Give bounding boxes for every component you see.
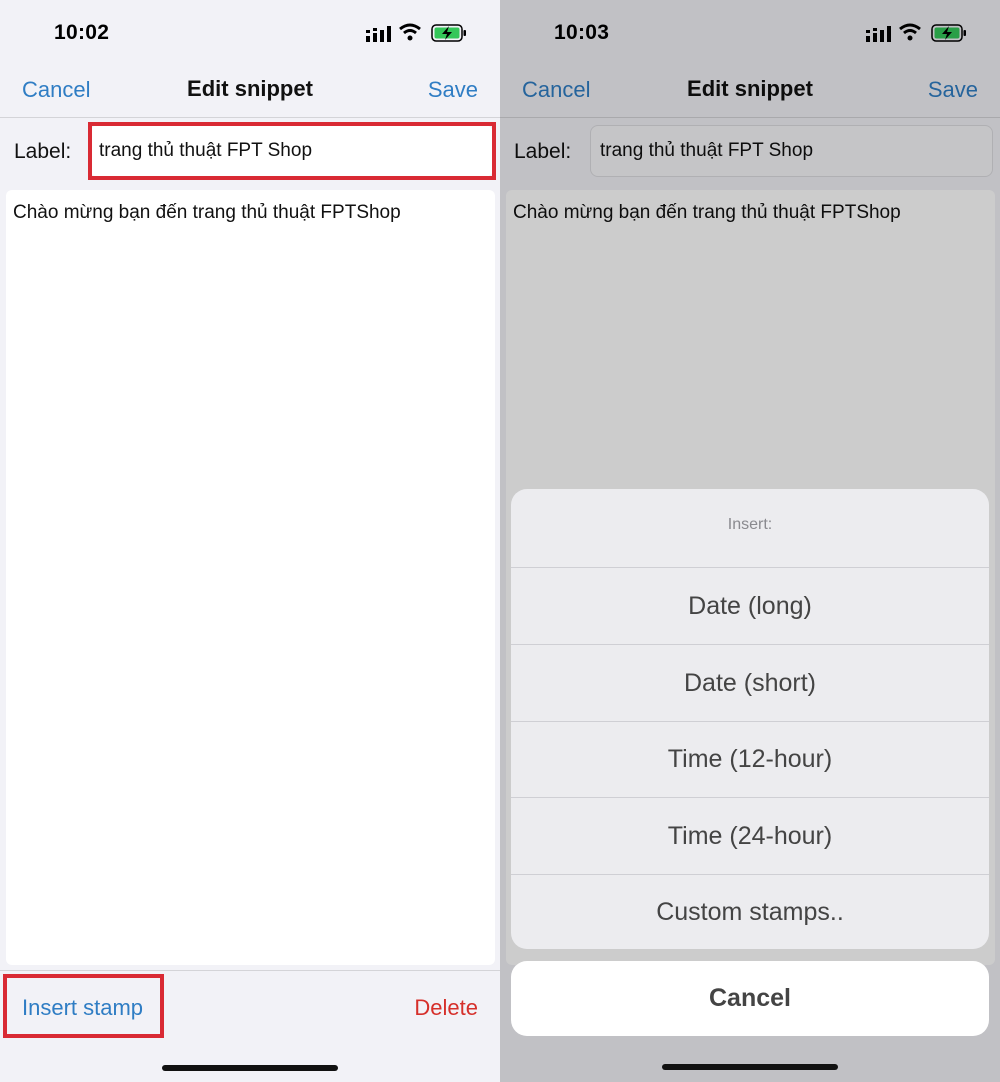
snippet-text-area[interactable]: Chào mừng bạn đến trang thủ thuật FPTSho… bbox=[6, 190, 495, 965]
insert-action-sheet: Insert: Date (long) Date (short) Time (1… bbox=[511, 489, 989, 949]
cancel-button[interactable]: Cancel bbox=[22, 77, 90, 103]
bottom-toolbar: Insert stamp Delete bbox=[0, 970, 500, 1082]
delete-button[interactable]: Delete bbox=[414, 995, 478, 1021]
label-input[interactable] bbox=[90, 125, 493, 177]
battery-charging-icon bbox=[431, 24, 466, 42]
action-sheet-cancel-button[interactable]: Cancel bbox=[511, 961, 989, 1036]
label-row: Label: bbox=[500, 118, 1000, 186]
signal-icon bbox=[866, 26, 891, 42]
label-row: Label: bbox=[0, 118, 500, 186]
navigation-bar: Cancel Edit snippet Save bbox=[500, 66, 1000, 118]
option-date-short[interactable]: Date (short) bbox=[511, 645, 989, 722]
screen-edit-snippet: 10:02 Cancel Edit snippet Save Label: Ch… bbox=[0, 0, 500, 1082]
status-time: 10:03 bbox=[554, 21, 610, 44]
save-button[interactable]: Save bbox=[928, 77, 978, 103]
navigation-bar: Cancel Edit snippet Save bbox=[0, 66, 500, 118]
label-caption: Label: bbox=[14, 140, 72, 163]
insert-stamp-button[interactable]: Insert stamp bbox=[22, 995, 143, 1021]
save-button[interactable]: Save bbox=[428, 77, 478, 103]
cancel-button[interactable]: Cancel bbox=[522, 77, 590, 103]
status-time: 10:02 bbox=[54, 21, 110, 44]
option-time-24-hour[interactable]: Time (24-hour) bbox=[511, 798, 989, 875]
option-custom-stamps[interactable]: Custom stamps.. bbox=[511, 874, 989, 949]
home-indicator bbox=[162, 1065, 338, 1071]
label-caption: Label: bbox=[514, 140, 572, 163]
status-bar: 10:02 bbox=[0, 0, 500, 66]
battery-charging-icon bbox=[931, 24, 966, 42]
option-date-long[interactable]: Date (long) bbox=[511, 568, 989, 645]
wifi-icon bbox=[399, 23, 421, 41]
status-bar: 10:03 bbox=[500, 0, 1000, 66]
screen-insert-sheet: 10:03 Cancel Edit snippet Save Label: Ch… bbox=[500, 0, 1000, 1082]
wifi-icon bbox=[899, 23, 921, 41]
action-sheet-title: Insert: bbox=[511, 489, 989, 568]
label-input[interactable] bbox=[590, 125, 993, 177]
home-indicator bbox=[662, 1064, 838, 1070]
option-time-12-hour[interactable]: Time (12-hour) bbox=[511, 721, 989, 798]
signal-icon bbox=[366, 26, 391, 42]
